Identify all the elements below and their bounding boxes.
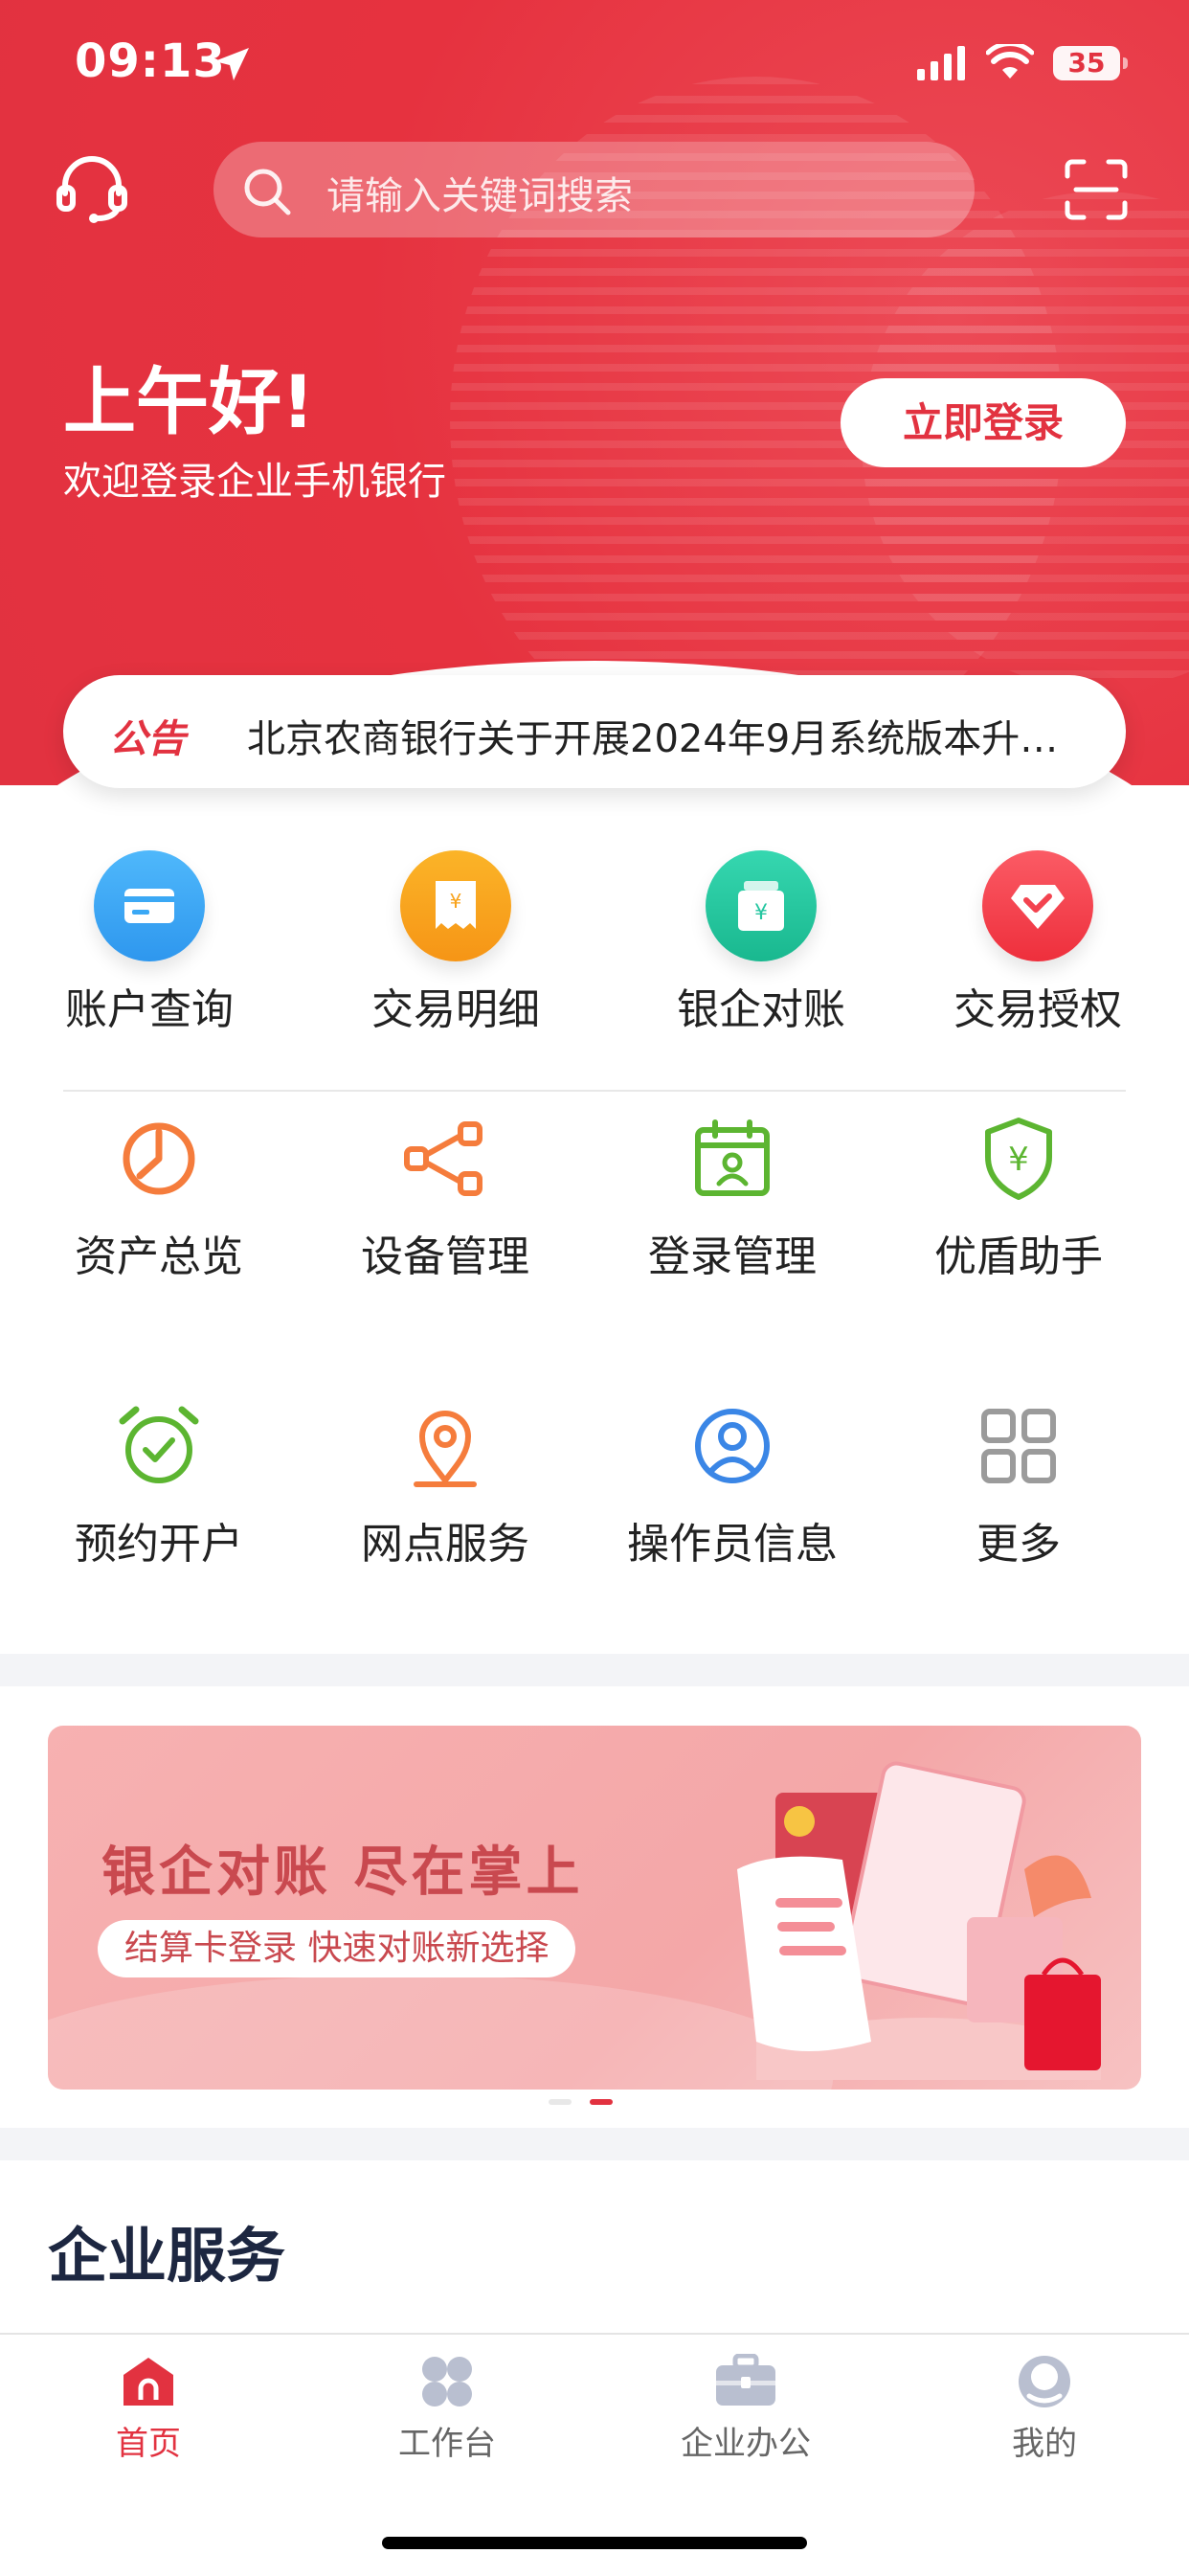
greeting-title: 上午好!	[63, 359, 315, 444]
scan-icon[interactable]	[1065, 159, 1128, 220]
tab-enterprise-office[interactable]: 企业办公	[626, 2353, 865, 2464]
service-label: 资产总览	[75, 1232, 243, 1281]
service-bank-reconciliation[interactable]: ¥ 银企对账	[617, 850, 905, 1036]
banner-subtitle: 结算卡登录 快速对账新选择	[98, 1920, 576, 1977]
service-label: 交易明细	[371, 985, 540, 1034]
service-label: 更多	[976, 1520, 1061, 1569]
service-operator-info[interactable]: 操作员信息	[589, 1400, 876, 1570]
greeting-subtitle: 欢迎登录企业手机银行	[63, 460, 446, 504]
card-icon	[94, 850, 205, 961]
customer-service-headset-icon[interactable]	[56, 155, 128, 224]
service-label: 操作员信息	[627, 1520, 838, 1569]
search-bar[interactable]: 请输入关键词搜索	[213, 142, 975, 237]
service-label: 设备管理	[361, 1232, 529, 1281]
location-pin-icon	[414, 1411, 477, 1487]
banner-pagination	[549, 2099, 654, 2107]
wifi-icon	[986, 44, 1034, 79]
reconciliation-illustration	[737, 1761, 1101, 2080]
tab-home[interactable]: 首页	[29, 2354, 268, 2464]
pie-chart-icon	[123, 1122, 195, 1195]
user-circle-icon	[695, 1409, 770, 1483]
section-gap	[0, 2128, 1189, 2160]
briefcase-icon	[716, 2353, 775, 2406]
service-login-management[interactable]: 登录管理	[589, 1113, 876, 1283]
svg-text:¥: ¥	[450, 890, 462, 913]
service-device-management[interactable]: 设备管理	[302, 1113, 589, 1283]
status-time: 09:13	[75, 34, 226, 88]
enterprise-services-title: 企业服务	[48, 2221, 286, 2291]
service-ukey-assistant[interactable]: ¥ 优盾助手	[875, 1113, 1162, 1283]
profile-icon	[1019, 2356, 1070, 2407]
search-icon	[244, 169, 291, 215]
service-appointment-account[interactable]: 预约开户	[15, 1400, 303, 1570]
workbench-icon	[422, 2357, 472, 2407]
promo-banner[interactable]: 银企对账 尽在掌上 结算卡登录 快速对账新选择	[48, 1726, 1141, 2090]
login-button[interactable]: 立即登录	[841, 378, 1126, 467]
home-icon	[123, 2358, 173, 2406]
alarm-clock-icon	[119, 1406, 199, 1483]
ledger-icon: ¥	[706, 850, 817, 961]
receipt-icon: ¥	[400, 850, 511, 961]
service-transaction-authorization[interactable]: 交易授权	[894, 850, 1181, 1036]
service-label: 优盾助手	[934, 1232, 1103, 1281]
share-nodes-icon	[404, 1121, 482, 1196]
service-transaction-details[interactable]: ¥ 交易明细	[312, 850, 599, 1036]
service-account-query[interactable]: 账户查询	[6, 850, 293, 1036]
tab-label: 首页	[116, 2425, 181, 2463]
tab-label: 我的	[1012, 2425, 1077, 2463]
service-label: 银企对账	[677, 985, 845, 1034]
service-label: 网点服务	[361, 1520, 529, 1569]
location-arrow-icon	[214, 48, 249, 80]
signal-icon	[917, 46, 965, 80]
svg-text:¥: ¥	[754, 901, 768, 925]
service-branch-service[interactable]: 网点服务	[302, 1400, 589, 1570]
pagination-dot	[549, 2099, 572, 2105]
diamond-check-icon	[982, 850, 1093, 961]
calendar-user-icon	[695, 1119, 770, 1196]
service-asset-overview[interactable]: 资产总览	[15, 1113, 303, 1283]
notice-tag: 公告	[109, 717, 186, 761]
service-label: 预约开户	[75, 1520, 243, 1569]
notice-bar[interactable]: 公告 北京农商银行关于开展2024年9月系统版本升…	[63, 675, 1126, 788]
tab-workbench[interactable]: 工作台	[327, 2354, 567, 2464]
notice-text: 北京农商银行关于开展2024年9月系统版本升…	[247, 717, 1059, 761]
tab-profile[interactable]: 我的	[925, 2354, 1164, 2464]
tab-label: 企业办公	[681, 2425, 811, 2463]
status-bar: 09:13 35	[0, 0, 1189, 134]
service-label: 账户查询	[65, 985, 234, 1034]
pagination-dot-active	[590, 2099, 613, 2105]
svg-text:¥: ¥	[1008, 1141, 1029, 1179]
tab-label: 工作台	[398, 2425, 496, 2463]
shield-yuan-icon: ¥	[985, 1118, 1052, 1200]
battery-indicator: 35	[1053, 46, 1128, 80]
search-placeholder: 请输入关键词搜索	[326, 174, 633, 218]
service-label: 登录管理	[648, 1232, 817, 1281]
banner-title: 银企对账 尽在掌上	[101, 1842, 584, 1904]
grid-icon	[981, 1409, 1056, 1483]
home-indicator	[382, 2537, 807, 2549]
service-label: 交易授权	[953, 985, 1122, 1034]
service-more[interactable]: 更多	[875, 1400, 1162, 1570]
section-divider	[63, 1090, 1126, 1092]
section-gap	[0, 1654, 1189, 1686]
